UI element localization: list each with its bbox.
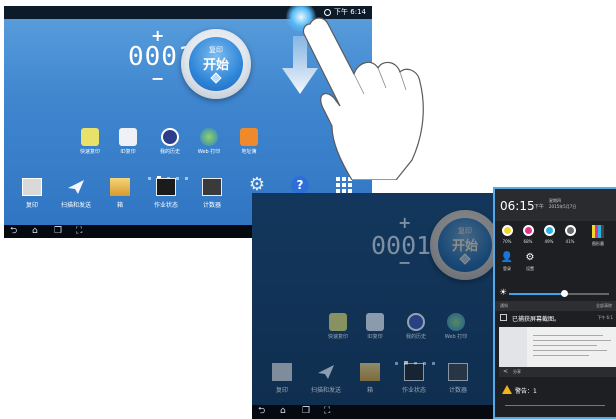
notifications-label: 通知 xyxy=(500,303,508,308)
share-label: 分享 xyxy=(513,369,521,374)
app-label: Web 打印 xyxy=(444,334,468,340)
preview-text-line xyxy=(533,335,603,336)
recent-apps-icon[interactable]: ❐ xyxy=(54,227,62,236)
preview-text-line xyxy=(533,345,597,346)
brightness-slider-fill xyxy=(509,293,564,295)
increase-copies-button[interactable]: + xyxy=(398,213,411,232)
screenshot-icon[interactable]: ⛶ xyxy=(76,227,82,236)
ink-more-label: 图形墨 xyxy=(592,241,604,246)
notifications-header: 通知 全部清除 xyxy=(495,301,616,311)
app-web-print[interactable]: Web 打印 xyxy=(431,313,481,340)
ink-drop-icon xyxy=(543,225,555,236)
web-print-icon xyxy=(447,313,465,331)
ink-percent: 41% xyxy=(565,239,575,244)
back-icon[interactable]: ⮌ xyxy=(10,227,17,236)
dock-label: 计数器 xyxy=(202,202,221,209)
my-history-icon xyxy=(161,128,179,146)
panel-drag-handle[interactable] xyxy=(505,405,605,406)
box-icon xyxy=(110,178,130,196)
app-label: 地址簿 xyxy=(241,149,257,155)
ink-percent: 70% xyxy=(502,239,512,244)
app-address-book[interactable]: 地址簿 xyxy=(224,128,274,155)
box-icon xyxy=(360,363,380,381)
share-action[interactable]: < 分享 xyxy=(499,367,616,377)
screenshot-stage: 下午 6:14 + 0001 − 复印 开始 快速复印 ID复印 我的历史 We… xyxy=(0,0,616,419)
id-copy-icon xyxy=(366,313,384,331)
scan-send-icon xyxy=(66,178,86,196)
home-icon[interactable]: ⌂ xyxy=(280,407,286,416)
ink-drop-icon xyxy=(501,225,513,236)
quick-setting-label: 登录 xyxy=(503,266,511,271)
start-button-label: 开始 xyxy=(202,58,229,73)
id-copy-icon xyxy=(119,128,137,146)
preview-sidebar xyxy=(499,327,527,367)
dock-label: 计数器 xyxy=(448,387,467,394)
ink-drop-icon xyxy=(564,225,576,236)
ink-percent: 49% xyxy=(544,239,554,244)
panel-clock: 06:15 xyxy=(500,199,535,213)
job-status-icon xyxy=(156,178,176,196)
scan-send-icon xyxy=(316,363,336,381)
screenshot-preview[interactable] xyxy=(499,327,616,367)
address-book-icon xyxy=(240,128,258,146)
image-icon xyxy=(500,314,507,321)
ink-level-more[interactable]: 图形墨 xyxy=(583,225,613,247)
user-icon: 👤 xyxy=(500,252,514,263)
preview-text-line xyxy=(533,350,607,351)
ink-cartridges-icon xyxy=(592,225,604,238)
warning-text: 警告：1 xyxy=(515,388,537,395)
dock-counter[interactable]: 计数器 xyxy=(430,363,486,394)
notification-title: 已捕获屏幕截图。 xyxy=(512,316,561,323)
ink-drop-icon xyxy=(522,225,534,236)
decrease-copies-button[interactable]: − xyxy=(151,69,164,88)
notification-panel: 06:15 下午 星期四 2015年5月7日 70% 68% 49% 41% 图… xyxy=(493,187,616,419)
warning-notification[interactable]: 警告：1 xyxy=(495,383,616,397)
copy-icon xyxy=(272,363,292,381)
recent-apps-icon[interactable]: ❐ xyxy=(302,407,310,416)
home-icon[interactable]: ⌂ xyxy=(32,227,38,236)
ink-percent: 68% xyxy=(523,239,533,244)
quick-setting-settings[interactable]: ⚙ 设置 xyxy=(520,251,540,272)
start-button-label: 开始 xyxy=(451,239,478,254)
hand-gesture-illustration xyxy=(302,17,424,180)
warning-icon xyxy=(502,385,512,394)
panel-date: 2015年5月7日 xyxy=(549,204,577,209)
my-history-icon xyxy=(407,313,425,331)
quick-setting-login[interactable]: 👤 登录 xyxy=(497,251,517,272)
quick-setting-label: 设置 xyxy=(526,266,534,271)
screenshot-notification[interactable]: 已捕获屏幕截图。 下午 6:1 xyxy=(495,311,616,325)
panel-ampm: 下午 xyxy=(534,204,545,210)
notification-time: 下午 6:1 xyxy=(597,315,613,320)
clear-all-button[interactable]: 全部清除 xyxy=(596,303,612,309)
start-copy-button[interactable]: 复印 开始 xyxy=(181,29,251,99)
gear-icon: ⚙ xyxy=(525,252,535,263)
copy-icon xyxy=(22,178,42,196)
back-icon[interactable]: ⮌ xyxy=(258,407,265,416)
ink-level-black: 41% xyxy=(560,225,580,244)
decrease-copies-button[interactable]: − xyxy=(398,253,411,272)
settings-icon: ⚙ xyxy=(248,174,266,195)
ink-level-yellow: 70% xyxy=(497,225,517,244)
ink-level-cyan: 49% xyxy=(539,225,559,244)
preview-text-line xyxy=(533,355,589,356)
quick-copy-icon xyxy=(329,313,347,331)
screenshot-icon[interactable]: ⛶ xyxy=(324,407,330,416)
brightness-slider-knob[interactable] xyxy=(561,290,568,297)
share-icon: < xyxy=(503,368,509,375)
job-status-icon xyxy=(404,363,424,381)
counter-icon xyxy=(448,363,468,381)
counter-icon xyxy=(202,178,222,196)
ink-level-magenta: 68% xyxy=(518,225,538,244)
brightness-slider[interactable] xyxy=(509,290,609,297)
brightness-icon: ☀ xyxy=(499,288,508,298)
preview-text-line xyxy=(533,340,611,341)
quick-copy-icon xyxy=(81,128,99,146)
start-copy-button[interactable]: 复印 开始 xyxy=(430,210,500,280)
web-print-icon xyxy=(200,128,218,146)
